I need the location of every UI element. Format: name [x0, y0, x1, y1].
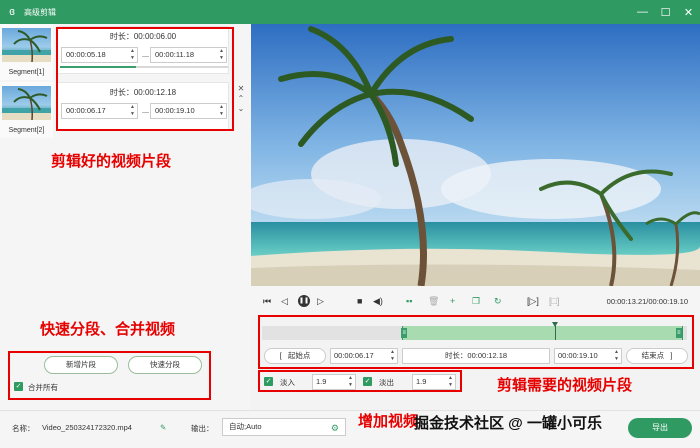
watermark: 掘金技术社区 @ 一罐小可乐: [414, 415, 602, 432]
segment-label: Segment[1]: [8, 69, 45, 76]
pause-button[interactable]: ❚❚: [298, 295, 310, 307]
name-label: 名称：: [12, 424, 35, 433]
edit-name-icon[interactable]: ✎: [160, 423, 166, 432]
close-button[interactable]: ✕: [677, 0, 700, 24]
annotation-split-merge: 快速分段、合并视频: [40, 321, 176, 338]
gear-icon[interactable]: ⚙: [331, 420, 339, 436]
segment-card-controls: ✕ ⌃ ⌄: [235, 84, 247, 114]
volume-icon[interactable]: ◀): [373, 296, 383, 306]
annotation-cut-needed: 剪辑需要的视频片段: [497, 377, 633, 394]
title-bar: ɞ 高级剪辑 — ☐ ✕: [0, 0, 700, 24]
thumbnail-palm-scene: [2, 88, 51, 120]
thumbnail-image: [2, 28, 51, 62]
video-preview[interactable]: [251, 24, 700, 286]
copy-icon[interactable]: ❐: [472, 296, 480, 306]
split-icon[interactable]: ▪▪: [406, 296, 412, 306]
time-readout: 00:00:13.21/00:00:19.10: [606, 297, 688, 306]
crop-mark-2-icon[interactable]: [□]: [549, 296, 559, 306]
crop-mark-icon[interactable]: [▷]: [527, 296, 539, 306]
step-back-icon[interactable]: ◁: [281, 296, 288, 306]
player-controls: ⏮ ◁ ❚❚ ▷ ■ ◀) ▪▪ 🗑 + ❐ ↻ [▷] [□] 00:00:1…: [251, 286, 700, 316]
export-button[interactable]: 导出: [628, 418, 692, 438]
annotation-box-split-merge: [8, 351, 211, 400]
move-up-icon[interactable]: ⌃: [235, 94, 247, 104]
file-name: Video_250324172320.mp4: [42, 423, 132, 432]
video-frame: [251, 24, 700, 286]
maximize-button[interactable]: ☐: [654, 0, 677, 24]
output-value: 自动;Auto: [229, 422, 262, 431]
minimize-button[interactable]: —: [631, 0, 654, 24]
segment-thumbnail[interactable]: Segment[1]: [0, 24, 53, 80]
step-forward-icon[interactable]: ▷: [317, 296, 324, 306]
move-down-icon[interactable]: ⌄: [235, 104, 247, 114]
annotation-box-fade: [258, 370, 462, 392]
annotation-box-segments: [56, 27, 234, 131]
stop-icon[interactable]: ■: [357, 296, 362, 306]
add-icon[interactable]: +: [450, 296, 455, 306]
annotation-cut-segments: 剪辑好的视频片段: [51, 153, 172, 170]
thumbnail-palm-scene: [2, 30, 51, 62]
output-label: 输出：: [191, 424, 214, 433]
segment-label: Segment[2]: [8, 127, 45, 134]
remove-segment-icon[interactable]: ✕: [235, 84, 247, 94]
annotation-add-fade: 增加视频: [358, 413, 419, 430]
window-controls: — ☐ ✕: [631, 0, 700, 24]
window-title: 高级剪辑: [24, 7, 56, 17]
thumbnail-image: [2, 86, 51, 120]
delete-icon[interactable]: 🗑: [428, 296, 439, 306]
to-start-icon[interactable]: ⏮: [263, 296, 271, 306]
app-logo-icon: ɞ: [9, 6, 15, 18]
annotation-box-timeline: [258, 315, 694, 369]
output-select[interactable]: 自动;Auto ⚙: [222, 418, 346, 436]
rotate-icon[interactable]: ↻: [494, 296, 502, 306]
segment-thumbnail[interactable]: Segment[2]: [0, 82, 53, 138]
